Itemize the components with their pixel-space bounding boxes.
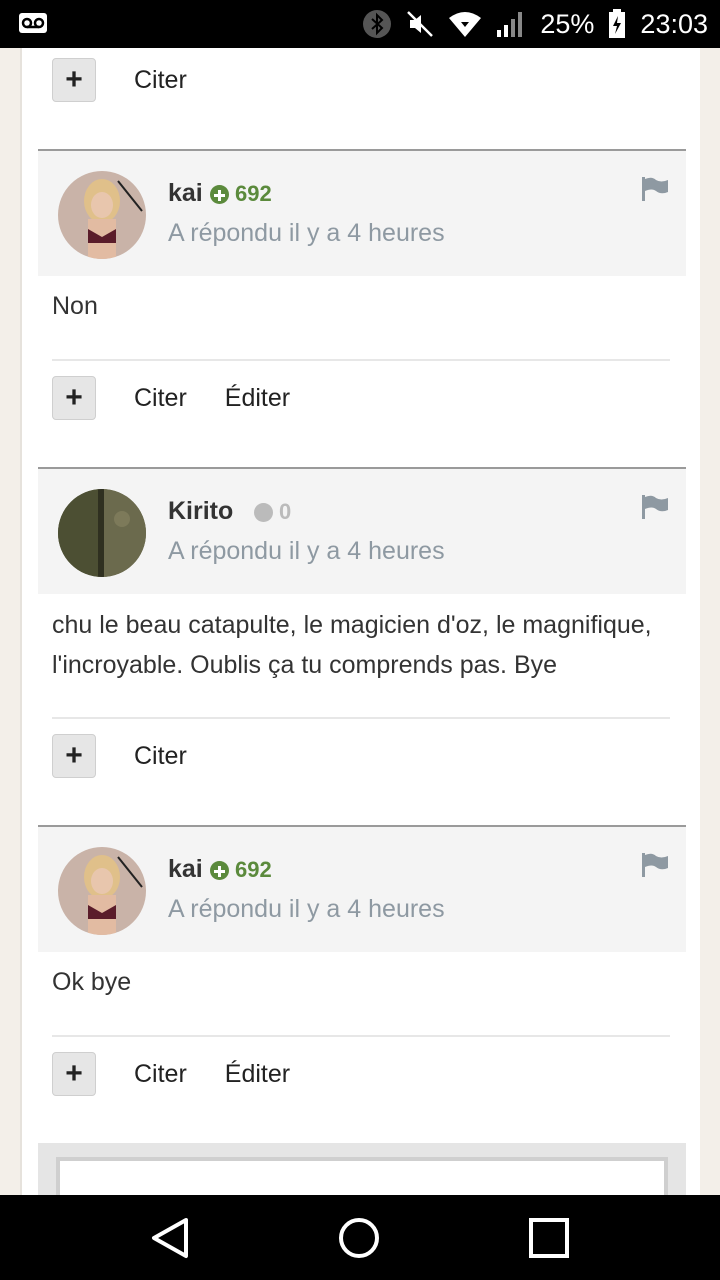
post-actions: + Citer Éditer (52, 1050, 290, 1098)
back-icon[interactable] (150, 1217, 190, 1264)
username[interactable]: kai (168, 855, 203, 884)
recents-icon[interactable] (528, 1217, 570, 1264)
post-meta: A répondu il y a 4 heures (168, 895, 445, 923)
post-actions: + Citer Éditer (52, 374, 290, 422)
upvote-button[interactable]: + (52, 734, 96, 778)
plus-circle-icon (210, 184, 229, 204)
home-icon[interactable] (338, 1217, 380, 1264)
battery-icon (608, 9, 626, 39)
mute-icon (406, 10, 434, 38)
avatar[interactable] (58, 171, 146, 259)
divider (52, 717, 670, 719)
username[interactable]: Kirito (168, 497, 233, 526)
post-actions: + Citer (52, 56, 187, 104)
status-bar: 25% 23:03 (0, 0, 720, 48)
battery-percent: 25% (540, 8, 595, 39)
post-header: kai 692 A répondu il y a 4 heures (38, 149, 686, 276)
post-header: Kirito 0 A répondu il y a 4 heures (38, 467, 686, 594)
username[interactable]: kai (168, 179, 203, 208)
reputation: 692 (210, 857, 272, 883)
wifi-icon (448, 10, 482, 38)
reply-input[interactable] (56, 1157, 668, 1195)
flag-icon[interactable] (642, 495, 668, 524)
signal-icon (496, 10, 526, 38)
reputation: 692 (210, 181, 272, 207)
comment-thread: + Citer kai 692 A répondu il y a 4 heure… (20, 48, 702, 1195)
plus-circle-icon (210, 860, 229, 880)
flag-icon[interactable] (642, 177, 668, 206)
quote-button[interactable]: Citer (134, 66, 187, 95)
avatar[interactable] (58, 489, 146, 577)
avatar[interactable] (58, 847, 146, 935)
post-body: Ok bye (52, 968, 132, 996)
voicemail-icon (18, 12, 48, 34)
edit-button[interactable]: Éditer (225, 384, 290, 413)
page-margin (700, 48, 720, 1195)
post-meta: A répondu il y a 4 heures (168, 219, 445, 247)
flag-icon[interactable] (642, 853, 668, 882)
clock: 23:03 (640, 8, 708, 39)
edit-button[interactable]: Éditer (225, 1060, 290, 1089)
reputation: 0 (254, 499, 291, 525)
bluetooth-icon (362, 9, 392, 39)
navigation-bar (0, 1195, 720, 1280)
divider (52, 1035, 670, 1037)
reputation-score: 0 (279, 499, 292, 524)
post-body: Non (52, 292, 98, 320)
quote-button[interactable]: Citer (134, 1060, 187, 1089)
reputation-score: 692 (235, 857, 272, 882)
reputation-score: 692 (235, 181, 272, 206)
upvote-button[interactable]: + (52, 1052, 96, 1096)
upvote-button[interactable]: + (52, 376, 96, 420)
post-actions: + Citer (52, 732, 187, 780)
neutral-dot-icon (254, 502, 273, 522)
reply-box (38, 1143, 686, 1195)
post-body: chu le beau catapulte, le magicien d'oz,… (52, 611, 652, 679)
divider (52, 359, 670, 361)
quote-button[interactable]: Citer (134, 742, 187, 771)
quote-button[interactable]: Citer (134, 384, 187, 413)
post-header: kai 692 A répondu il y a 4 heures (38, 825, 686, 952)
upvote-button[interactable]: + (52, 58, 96, 102)
post-meta: A répondu il y a 4 heures (168, 537, 445, 565)
